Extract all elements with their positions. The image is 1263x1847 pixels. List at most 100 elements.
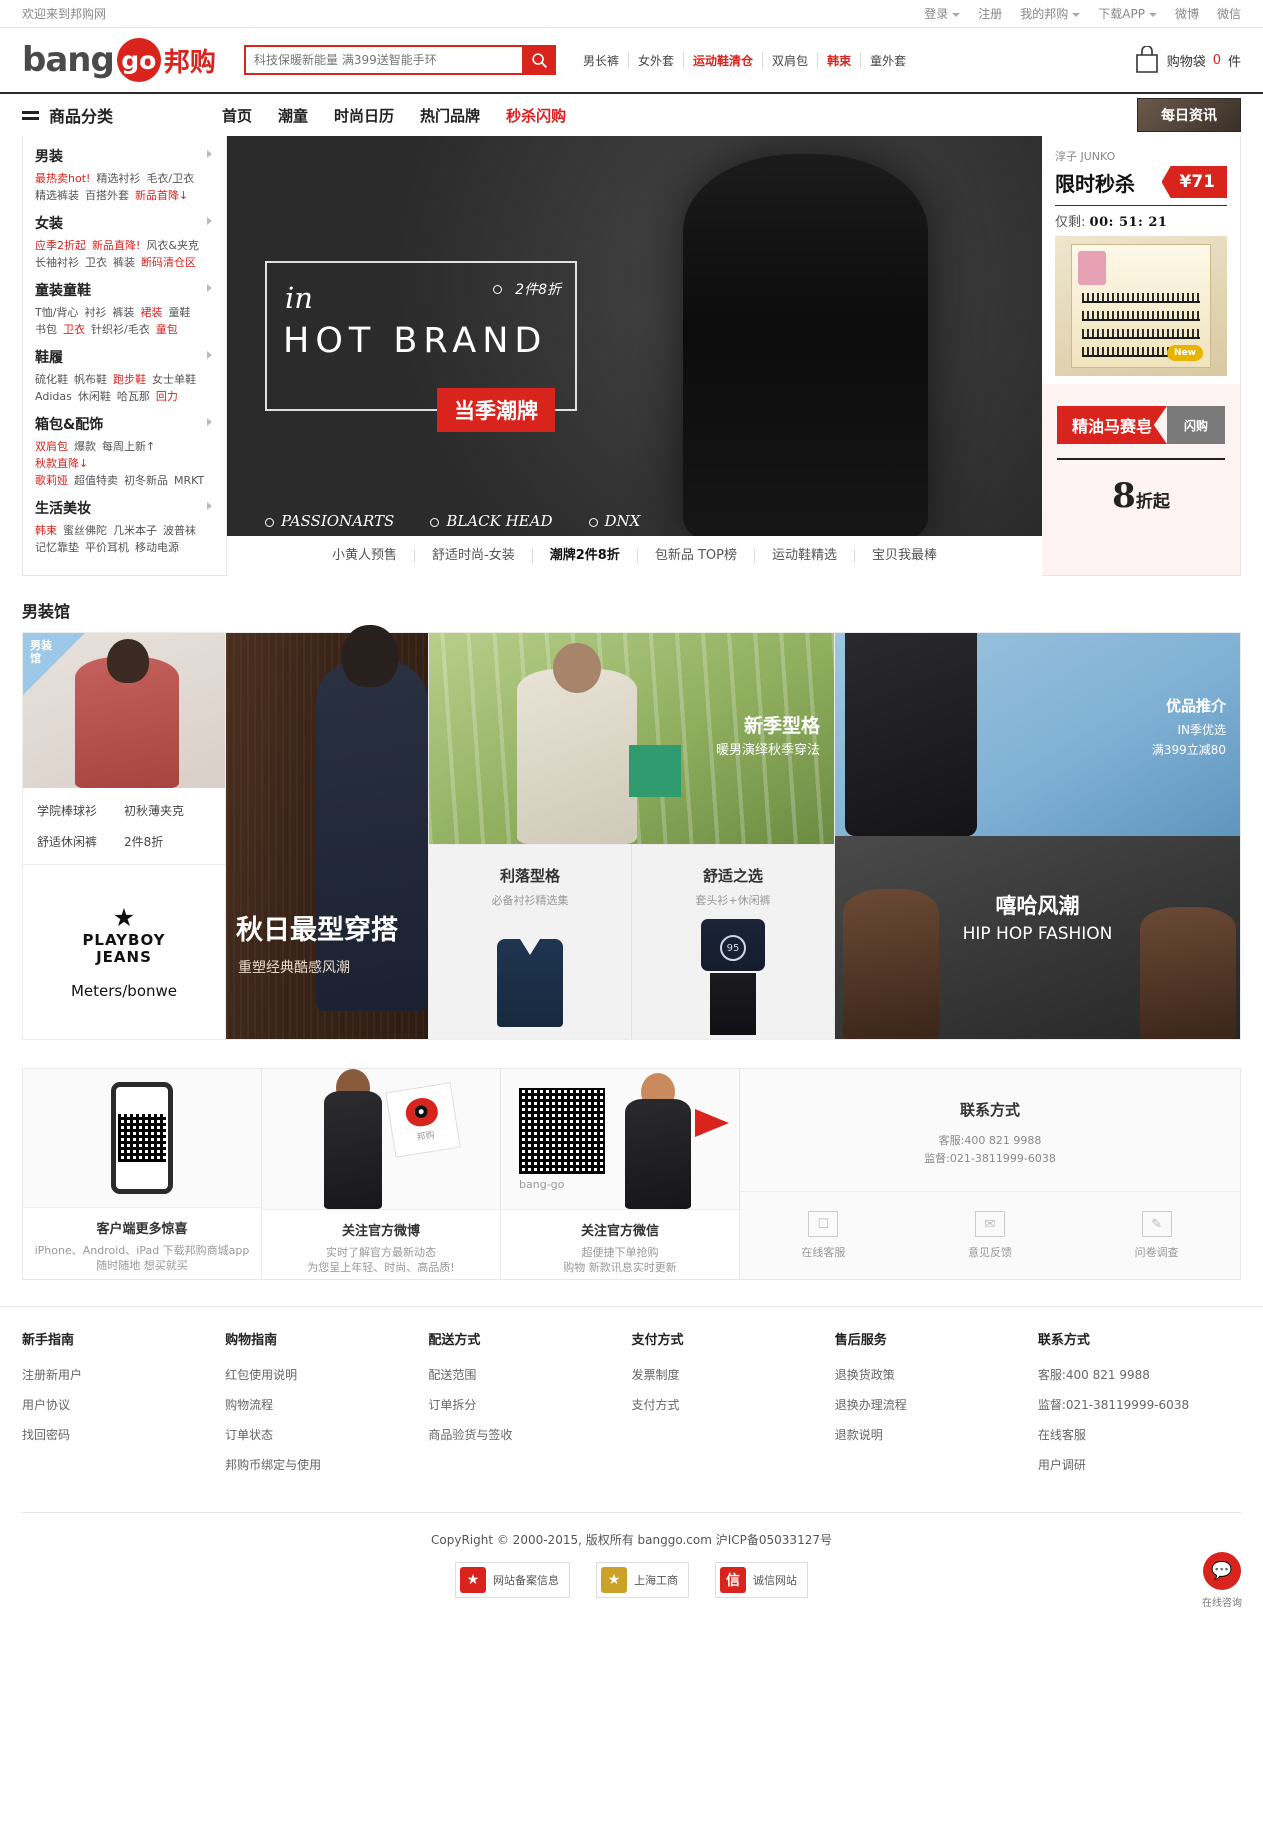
footer-link[interactable]: 客服:400 821 9988 <box>1038 1366 1241 1383</box>
carousel-tab-4[interactable]: 运动鞋精选 <box>755 549 855 563</box>
footer-link[interactable]: 退款说明 <box>835 1426 1038 1443</box>
top-link-download-app[interactable]: 下载APP <box>1098 5 1157 22</box>
carousel-tab-0[interactable]: 小黄人预售 <box>315 549 416 563</box>
cat-link[interactable]: 风衣&夹克 <box>146 239 199 252</box>
footer-link[interactable]: 邦购币绑定与使用 <box>225 1456 428 1473</box>
hotword-1[interactable]: 女外套 <box>629 51 685 69</box>
cat-link[interactable]: 童包 <box>156 323 178 336</box>
cat-link[interactable]: 应季2折起 <box>35 239 86 252</box>
cat-link[interactable]: 裤装 <box>113 256 135 269</box>
category-title[interactable]: 生活美妆 <box>35 498 214 518</box>
cat-link[interactable]: 每周上新↑ <box>102 440 155 453</box>
carousel-tab-5[interactable]: 宝贝我最棒 <box>855 549 954 563</box>
survey-button[interactable]: ✎ 问卷调查 <box>1073 1192 1240 1279</box>
cat-link[interactable]: 韩束 <box>35 524 57 537</box>
footer-link[interactable]: 红包使用说明 <box>225 1366 428 1383</box>
online-service-button[interactable]: ☐ 在线客服 <box>740 1192 907 1279</box>
cat-link[interactable]: 卫衣 <box>63 323 85 336</box>
daily-news-badge[interactable]: 每日资讯 <box>1137 98 1241 132</box>
app-qrcode-icon[interactable] <box>118 1114 166 1162</box>
men-jacket-tile[interactable]: 优品推介 IN季优选 满399立减80 <box>835 633 1240 836</box>
hotword-2[interactable]: 运动鞋清仓 <box>684 51 764 69</box>
footer-link[interactable]: 商品验货与签收 <box>428 1426 631 1443</box>
category-menu-button[interactable]: 商品分类 <box>22 103 222 127</box>
cat-link[interactable]: 新品直降! <box>92 239 140 252</box>
footer-link[interactable]: 订单状态 <box>225 1426 428 1443</box>
carousel-tab-1[interactable]: 舒适时尚-女装 <box>415 549 533 563</box>
cat-link[interactable]: 秋款直降↓ <box>35 457 88 470</box>
cat-link[interactable]: 哈瓦那 <box>117 390 150 403</box>
category-title[interactable]: 男装 <box>35 146 214 166</box>
cat-link[interactable]: 蜜丝佛陀 <box>63 524 107 537</box>
men-hiphop-tile[interactable]: 嘻哈风潮 HIP HOP FASHION <box>835 836 1240 1039</box>
cat-link[interactable]: 双肩包 <box>35 440 68 453</box>
category-title[interactable]: 箱包&配饰 <box>35 414 214 434</box>
men-quick-link[interactable]: 学院棒球衫 <box>37 802 124 819</box>
cat-link[interactable]: 硫化鞋 <box>35 373 68 386</box>
cat-link[interactable]: MRKT <box>174 474 204 487</box>
cat-link[interactable]: 跑步鞋 <box>113 373 146 386</box>
top-link-weibo[interactable]: 微博 <box>1175 5 1199 22</box>
top-link-wechat[interactable]: 微信 <box>1217 5 1241 22</box>
carousel-tab-2[interactable]: 潮牌2件8折 <box>533 549 638 563</box>
cert-credit-site[interactable]: 信 诚信网站 <box>715 1562 808 1598</box>
playboy-logo[interactable]: ★ PLAYBOY JEANS <box>82 903 165 966</box>
hero-carousel[interactable]: in 2件8折 HOT BRAND 当季潮牌 PASSIONARTS BLACK… <box>227 136 1042 576</box>
cat-link[interactable]: 卫衣 <box>85 256 107 269</box>
search-button[interactable] <box>522 45 556 75</box>
men-col-2[interactable]: 秋日最型穿搭 重塑经典酷感风潮 <box>226 625 429 1039</box>
cat-link[interactable]: 衬衫 <box>84 306 106 319</box>
cat-link[interactable]: 精选裤装 <box>35 189 79 202</box>
carousel-tab-3[interactable]: 包新品 TOP榜 <box>638 549 755 563</box>
cat-link[interactable]: 百搭外套 <box>85 189 129 202</box>
men-tile-shirt[interactable]: 利落型格 必备衬衫精选集 <box>429 845 631 1039</box>
cert-police-badge[interactable]: ★ 网站备案信息 <box>455 1562 570 1598</box>
cat-link[interactable]: 记忆靠垫 <box>35 541 79 554</box>
nav-item-kids[interactable]: 潮童 <box>278 105 308 126</box>
weibo-card[interactable]: 邦购 <box>385 1082 461 1158</box>
hero-brand-item[interactable]: BLACK HEAD <box>430 512 553 530</box>
nav-item-brands[interactable]: 热门品牌 <box>420 105 480 126</box>
cat-link[interactable]: 裤装 <box>112 306 134 319</box>
hotword-0[interactable]: 男长裤 <box>574 51 630 69</box>
men-quick-link[interactable]: 初秋薄夹克 <box>124 802 211 819</box>
cat-link[interactable]: 长袖衬衫 <box>35 256 79 269</box>
flash-product-image[interactable]: New <box>1055 236 1227 376</box>
cat-link[interactable]: Adidas <box>35 390 72 403</box>
cat-link[interactable]: 超值特卖 <box>74 474 118 487</box>
footer-link[interactable]: 订单拆分 <box>428 1396 631 1413</box>
hotword-3[interactable]: 双肩包 <box>763 51 819 69</box>
site-logo[interactable]: bang go 邦购 <box>22 38 222 82</box>
men-quick-link[interactable]: 舒适休闲裤 <box>37 833 124 850</box>
cat-link[interactable]: 断码清仓区 <box>141 256 196 269</box>
footer-link[interactable]: 用户调研 <box>1038 1456 1241 1473</box>
men-forest-tile[interactable]: 新季型格 暖男演绎秋季穿法 <box>429 633 834 844</box>
nav-item-flash-sale[interactable]: 秒杀闪购 <box>506 105 566 126</box>
footer-link[interactable]: 购物流程 <box>225 1396 428 1413</box>
hotword-5[interactable]: 童外套 <box>861 52 915 69</box>
wechat-qrcode-icon[interactable] <box>519 1087 605 1174</box>
footer-link[interactable]: 注册新用户 <box>22 1366 225 1383</box>
soap-promo-panel[interactable]: 精油马赛皂 闪购 8折起 <box>1042 384 1240 575</box>
top-link-login[interactable]: 登录 <box>924 5 961 22</box>
footer-link[interactable]: 找回密码 <box>22 1426 225 1443</box>
cat-link[interactable]: 移动电源 <box>135 541 179 554</box>
footer-link[interactable]: 监督:021-38119999-6038 <box>1038 1396 1241 1413</box>
footer-link[interactable]: 发票制度 <box>632 1366 835 1383</box>
cat-link[interactable]: 波普袜 <box>163 524 196 537</box>
cat-link[interactable]: 精选衬衫 <box>96 172 140 185</box>
flash-sale-panel[interactable]: 淳子 JUNKO 限时秒杀 ¥71 仅剩: 00: 51: 21 New <box>1042 136 1240 384</box>
cat-link[interactable]: 女士单鞋 <box>152 373 196 386</box>
cat-link[interactable]: 初冬新品 <box>124 474 168 487</box>
footer-link[interactable]: 退换货政策 <box>835 1366 1038 1383</box>
chat-bubble-icon[interactable]: 💬 <box>1203 1551 1241 1590</box>
cat-link[interactable]: 几米本子 <box>113 524 157 537</box>
footer-link[interactable]: 配送范围 <box>428 1366 631 1383</box>
feedback-button[interactable]: ✉ 意见反馈 <box>907 1192 1074 1279</box>
category-title[interactable]: 女装 <box>35 213 214 233</box>
category-title[interactable]: 童装童鞋 <box>35 280 214 300</box>
cat-link[interactable]: 回力 <box>156 390 178 403</box>
cat-link[interactable]: 歌莉娅 <box>35 474 68 487</box>
cat-link[interactable]: 毛衣/卫衣 <box>146 172 194 185</box>
cat-link[interactable]: 书包 <box>35 323 57 336</box>
